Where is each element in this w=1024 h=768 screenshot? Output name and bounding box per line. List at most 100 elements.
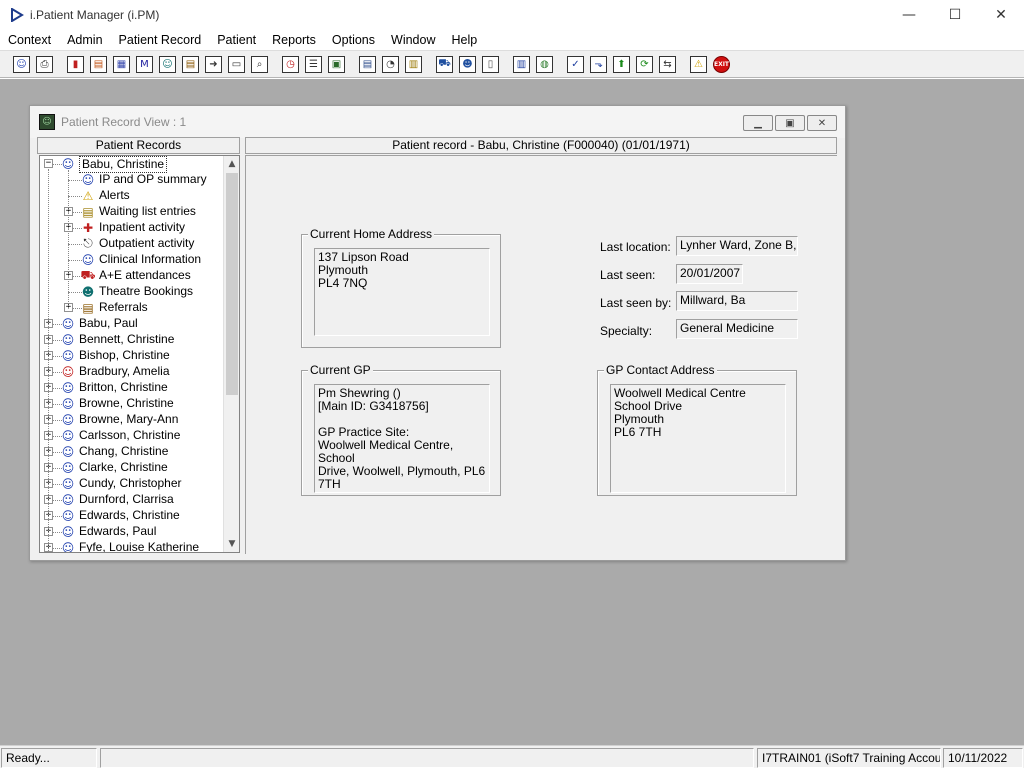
scroll-up-icon[interactable]: ▲	[224, 156, 239, 172]
tree-node-label[interactable]: Clarke, Christine	[79, 460, 168, 475]
gp-contact-group: GP Contact Address Woolwell Medical Cent…	[597, 363, 797, 496]
scroll-thumb[interactable]	[226, 173, 238, 395]
menu-patient[interactable]: Patient	[209, 30, 264, 50]
tree-node-label[interactable]: Alerts	[99, 188, 130, 203]
toolbar-button-exit[interactable]: EXIT	[710, 53, 733, 76]
current-gp-text[interactable]: Pm Shewring () [Main ID: G3418756] GP Pr…	[314, 384, 490, 493]
tree-patient-row[interactable]: + ☺ Edwards, Christine	[40, 508, 224, 524]
toolbar-button-open-folder[interactable]: ▤	[87, 53, 110, 76]
tree-node-label[interactable]: Browne, Christine	[79, 396, 174, 411]
maximize-button[interactable]: ☐	[932, 0, 978, 30]
tree-node-label[interactable]: A+E attendances	[99, 268, 191, 283]
toolbar-button-form-refresh[interactable]: ⟳	[633, 53, 656, 76]
toolbar-button-notepad[interactable]: ▥	[402, 53, 425, 76]
tree-node-label[interactable]: Bishop, Christine	[79, 348, 170, 363]
toolbar-button-clock[interactable]: ◷	[279, 53, 302, 76]
toolbar-button-folder-red[interactable]: ▮	[64, 53, 87, 76]
toolbar-button-gauge[interactable]: ◔	[379, 53, 402, 76]
toolbar-button-list[interactable]: ☰	[302, 53, 325, 76]
tree-patient-row[interactable]: + ☺ Britton, Christine	[40, 380, 224, 396]
tree-node-label[interactable]: Bradbury, Amelia	[79, 364, 170, 379]
toolbar-button-globe[interactable]: ◍	[533, 53, 556, 76]
tree-node-label[interactable]: Referrals	[99, 300, 148, 315]
tree-node-label[interactable]: Bennett, Christine	[79, 332, 174, 347]
tree-patient-row[interactable]: + ☺ Cundy, Christopher	[40, 476, 224, 492]
tree-node-label[interactable]: Babu, Paul	[79, 316, 138, 331]
toolbar-button-user-blue[interactable]: ☺	[10, 53, 33, 76]
tree-node-label[interactable]: Carlsson, Christine	[79, 428, 180, 443]
tree-patient-row[interactable]: + ☺ Bishop, Christine	[40, 348, 224, 364]
tree-node-label[interactable]: Browne, Mary-Ann	[79, 412, 178, 427]
tree-patient-row[interactable]: + ☺ Browne, Mary-Ann	[40, 412, 224, 428]
tree-node-label[interactable]: Cundy, Christopher	[79, 476, 182, 491]
toolbar-button-card[interactable]: ▭	[225, 53, 248, 76]
toolbar-button-picture[interactable]: ▣	[325, 53, 348, 76]
gp-contact-legend: GP Contact Address	[604, 363, 717, 377]
toolbar-button-form-check[interactable]: ✓	[564, 53, 587, 76]
last-seen-field[interactable]: 20/01/2007	[676, 264, 743, 284]
tree-scrollbar[interactable]: ▲ ▼	[223, 156, 239, 552]
tree-patient-row[interactable]: + ☺ Babu, Paul	[40, 316, 224, 332]
collapse-minus-icon[interactable]: −	[44, 159, 53, 168]
toolbar-button-swap[interactable]: ⇆	[656, 53, 679, 76]
tree-patient-row[interactable]: + ☺ Edwards, Paul	[40, 524, 224, 540]
tree-node-label[interactable]: Fyfe, Louise Katherine	[79, 540, 199, 552]
toolbar-button-blank-page[interactable]: ▯	[479, 53, 502, 76]
child-minimize-button[interactable]: ▁	[743, 115, 773, 131]
last-location-field[interactable]: Lynher Ward, Zone B, Le	[676, 236, 798, 256]
tree-patient-row[interactable]: + ☺ Fyfe, Louise Katherine	[40, 540, 224, 553]
tree-node-label[interactable]: Durnford, Clarrisa	[79, 492, 174, 507]
specialty-field[interactable]: General Medicine	[676, 319, 798, 339]
toolbar-button-document-list[interactable]: ▤	[356, 53, 379, 76]
tree-patient-row[interactable]: + ☺ Bradbury, Amelia	[40, 364, 224, 380]
tree-node-label[interactable]: Waiting list entries	[99, 204, 196, 219]
card-icon: ▭	[228, 55, 245, 73]
close-button[interactable]: ✕	[978, 0, 1024, 30]
home-address-text[interactable]: 137 Lipson Road Plymouth PL4 7NQ	[314, 248, 490, 336]
menu-reports[interactable]: Reports	[264, 30, 324, 50]
tree-patient-row[interactable]: + ☺ Browne, Christine	[40, 396, 224, 412]
tree-node-label[interactable]: Theatre Bookings	[99, 284, 193, 299]
tree-node-label[interactable]: Britton, Christine	[79, 380, 168, 395]
tree-node-label[interactable]: Edwards, Paul	[79, 524, 156, 539]
tree-node-label[interactable]: Clinical Information	[99, 252, 201, 267]
toolbar-button-arrow-card[interactable]: ➜	[202, 53, 225, 76]
toolbar-button-bar-chart[interactable]: ▥	[510, 53, 533, 76]
toolbar-button-form-green[interactable]: ⬆	[610, 53, 633, 76]
toolbar-button-form-arrow[interactable]: ⬎	[587, 53, 610, 76]
child-titlebar[interactable]: ☺ Patient Record View : 1 ▁ ▣ ✕	[30, 106, 845, 138]
tree-node-label[interactable]: Chang, Christine	[79, 444, 168, 459]
toolbar-button-ambulance[interactable]: ⛟	[433, 53, 456, 76]
menu-admin[interactable]: Admin	[59, 30, 110, 50]
tree-patient-row[interactable]: + ☺ Durnford, Clarrisa	[40, 492, 224, 508]
toolbar-button-m[interactable]: M	[133, 53, 156, 76]
tree-patient-row[interactable]: + ☺ Carlsson, Christine	[40, 428, 224, 444]
toolbar-button-scanner[interactable]: ▦	[110, 53, 133, 76]
toolbar-button-notes[interactable]: ▤	[179, 53, 202, 76]
tree-node-label[interactable]: Babu, Christine	[79, 156, 168, 173]
toolbar-button-person-bed[interactable]: ☻	[456, 53, 479, 76]
scroll-down-icon[interactable]: ▼	[224, 536, 239, 552]
menu-help[interactable]: Help	[443, 30, 485, 50]
tree-node-label[interactable]: IP and OP summary	[99, 172, 207, 187]
patient-icon: ☺	[61, 540, 75, 553]
menu-patient-record[interactable]: Patient Record	[111, 30, 210, 50]
tree-patient-row[interactable]: + ☺ Chang, Christine	[40, 444, 224, 460]
toolbar-button-person-teal[interactable]: ☺	[156, 53, 179, 76]
tree-node-label[interactable]: Edwards, Christine	[79, 508, 180, 523]
menu-options[interactable]: Options	[324, 30, 383, 50]
toolbar-button-warning[interactable]: ⚠	[687, 53, 710, 76]
last-seen-by-field[interactable]: Millward, Ba	[676, 291, 798, 311]
gp-contact-text[interactable]: Woolwell Medical Centre School Drive Ply…	[610, 384, 786, 493]
tree-node-label[interactable]: Inpatient activity	[99, 220, 185, 235]
menu-context[interactable]: Context	[0, 30, 59, 50]
tree-patient-row[interactable]: + ☺ Bennett, Christine	[40, 332, 224, 348]
child-close-button[interactable]: ✕	[807, 115, 837, 131]
child-restore-button[interactable]: ▣	[775, 115, 805, 131]
menu-window[interactable]: Window	[383, 30, 443, 50]
minimize-button[interactable]: —	[886, 0, 932, 30]
tree-patient-row[interactable]: + ☺ Clarke, Christine	[40, 460, 224, 476]
tree-node-label[interactable]: Outpatient activity	[99, 236, 194, 251]
toolbar-button-search-doc[interactable]: ⌕	[248, 53, 271, 76]
toolbar-button-printer[interactable]: ⎙	[33, 53, 56, 76]
